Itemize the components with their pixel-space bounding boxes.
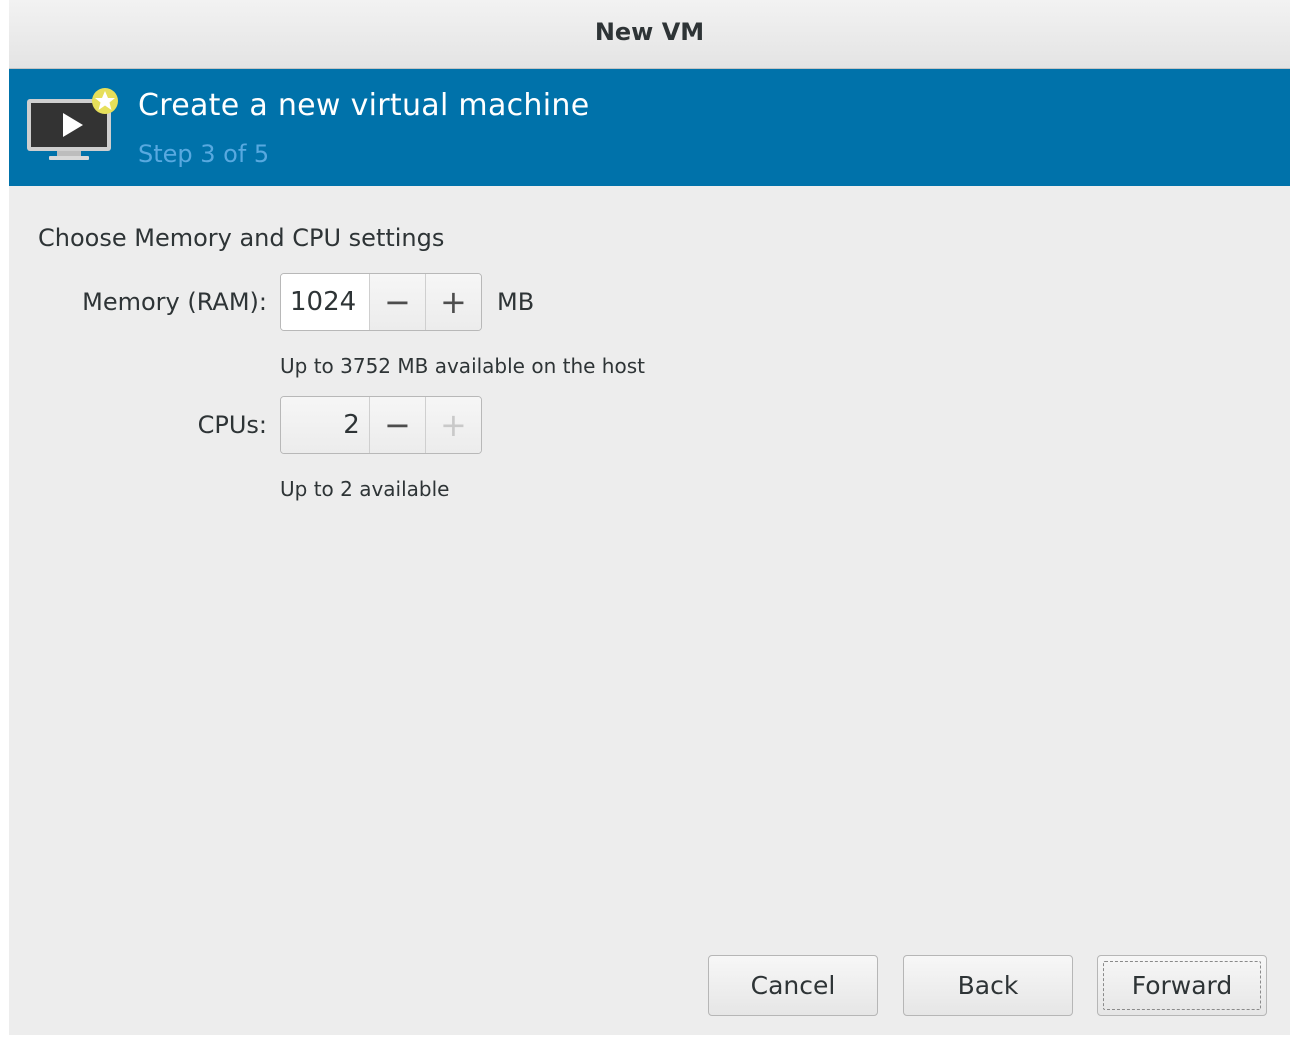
memory-unit-label: MB — [497, 288, 535, 316]
memory-label: Memory (RAM): — [82, 288, 267, 316]
back-button-label: Back — [957, 971, 1019, 1000]
minus-icon: − — [383, 283, 411, 321]
cpus-available-hint: Up to 2 available — [280, 477, 450, 501]
memory-value-input[interactable]: 1024 — [281, 274, 369, 330]
memory-decrement-button[interactable]: − — [368, 274, 425, 330]
section-title: Choose Memory and CPU settings — [38, 224, 445, 252]
memory-increment-button[interactable]: + — [424, 274, 481, 330]
cpus-label: CPUs: — [197, 411, 267, 439]
cancel-button-label: Cancel — [750, 971, 836, 1000]
forward-button-label: Forward — [1131, 971, 1233, 1000]
window-title: New VM — [594, 18, 705, 46]
new-vm-dialog: New VM Create a new virtual machine Step… — [9, 0, 1290, 1035]
cpus-spinbutton: 2 − + — [280, 396, 482, 454]
memory-spinbutton: 1024 − + — [280, 273, 482, 331]
cpus-increment-button: + — [424, 397, 481, 453]
forward-button[interactable]: Forward — [1097, 955, 1267, 1016]
wizard-header-banner: Create a new virtual machine Step 3 of 5 — [9, 69, 1290, 186]
back-button[interactable]: Back — [903, 955, 1073, 1016]
cancel-button[interactable]: Cancel — [708, 955, 878, 1016]
wizard-heading: Create a new virtual machine — [138, 88, 590, 123]
plus-icon: + — [440, 283, 467, 321]
cpus-decrement-button[interactable]: − — [368, 397, 425, 453]
minus-icon: − — [383, 406, 411, 444]
memory-available-hint: Up to 3752 MB available on the host — [280, 354, 645, 378]
vm-display-icon — [27, 88, 118, 160]
title-bar[interactable]: New VM — [9, 0, 1290, 69]
wizard-step-indicator: Step 3 of 5 — [138, 140, 270, 168]
plus-icon: + — [440, 406, 467, 444]
cpus-value-input[interactable]: 2 — [281, 397, 369, 453]
